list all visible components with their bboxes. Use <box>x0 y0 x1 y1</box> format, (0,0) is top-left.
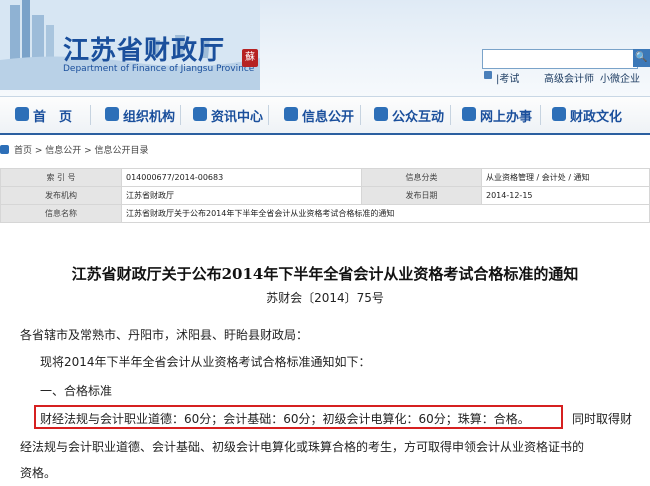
site-logo-title[interactable]: 江苏省财政厅 <box>63 30 225 67</box>
location-icon <box>0 145 9 154</box>
search-input[interactable] <box>482 49 638 69</box>
nav-item-online-service[interactable]: 网上办事 <box>480 106 532 125</box>
site-logo-subtitle: Department of Finance of Jiangsu Provinc… <box>63 64 255 74</box>
news-icon <box>193 107 207 121</box>
main-nav: 首 页 组织机构 资讯中心 信息公开 公众互动 网上办事 财政文化 <box>0 96 650 135</box>
intro-paragraph: 现将2014年下半年全省会计从业资格考试合格标准通知如下： <box>40 355 371 369</box>
nav-divider <box>450 105 451 125</box>
paragraph-line: 资格。 <box>20 466 57 480</box>
index-label: 索 引 号 <box>0 168 122 187</box>
quick-link-exam[interactable]: |考试 <box>496 70 519 85</box>
info-disclosure-icon <box>284 107 298 121</box>
info-name-label: 信息名称 <box>0 204 122 223</box>
paragraph-line-continuation: 同时取得财 <box>572 412 633 426</box>
salutation: 各省辖市及常熟市、丹阳市，沭阳县、盱眙县财政局： <box>20 328 309 342</box>
highlight-box <box>34 405 563 429</box>
index-value: 014000677/2014-00683 <box>121 168 362 187</box>
finance-culture-icon <box>552 107 566 121</box>
quick-link-icon <box>484 71 492 79</box>
section-heading: 一、合格标准 <box>40 384 113 398</box>
paragraph-line: 经法规与会计职业道德、会计基础、初级会计电算化或珠算合格的考生，方可取得申领会计… <box>20 440 585 454</box>
info-name-value: 江苏省财政厅关于公布2014年下半年全省会计从业资格考试合格标准的通知 <box>121 204 650 223</box>
nav-divider <box>360 105 361 125</box>
online-service-icon <box>462 107 476 121</box>
nav-item-news[interactable]: 资讯中心 <box>211 106 263 125</box>
search-button[interactable]: 🔍 <box>633 49 650 67</box>
quick-link-senior-accountant[interactable]: 高级会计师 <box>544 70 594 85</box>
publisher-value: 江苏省财政厅 <box>121 186 362 205</box>
nav-item-organization[interactable]: 组织机构 <box>123 106 175 125</box>
article-title: 江苏省财政厅关于公布2014年下半年全省会计从业资格考试合格标准的通知 <box>71 265 579 283</box>
breadcrumb[interactable]: 首页 > 信息公开 > 信息公开目录 <box>14 143 149 156</box>
date-label: 发布日期 <box>361 186 482 205</box>
category-label: 信息分类 <box>361 168 482 187</box>
site-header: 江苏省财政厅 Department of Finance of Jiangsu … <box>0 0 650 96</box>
home-icon <box>15 107 29 121</box>
nav-item-public-interaction[interactable]: 公众互动 <box>392 106 444 125</box>
public-interaction-icon <box>374 107 388 121</box>
nav-divider <box>180 105 181 125</box>
document-info-table: 索 引 号 014000677/2014-00683 信息分类 从业资格管理 /… <box>0 168 650 223</box>
date-value: 2014-12-15 <box>481 186 650 205</box>
nav-item-finance-culture[interactable]: 财政文化 <box>570 106 622 125</box>
nav-item-info-disclosure[interactable]: 信息公开 <box>302 106 354 125</box>
seal-stamp: 蘇 <box>242 49 258 67</box>
nav-divider <box>268 105 269 125</box>
nav-divider <box>540 105 541 125</box>
organization-icon <box>105 107 119 121</box>
category-value: 从业资格管理 / 会计处 / 通知 <box>481 168 650 187</box>
nav-divider <box>90 105 91 125</box>
document-number: 苏财会〔2014〕75号 <box>266 291 384 305</box>
publisher-label: 发布机构 <box>0 186 122 205</box>
quick-link-small-business[interactable]: 小微企业 <box>600 70 640 85</box>
nav-item-home[interactable]: 首 页 <box>33 106 72 125</box>
